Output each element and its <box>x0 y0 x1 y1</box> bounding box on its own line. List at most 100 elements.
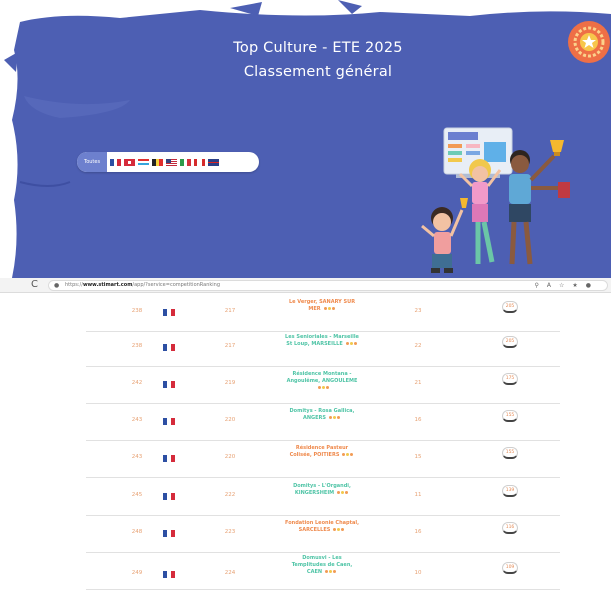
residence-name-text: SARCELLES <box>298 527 331 533</box>
residence-name-line: Domusvi - Les <box>302 555 342 561</box>
rank-value: 245 <box>131 492 143 498</box>
residence-name[interactable]: Domitys - L'Organdi, KINGERSHEIM <box>282 483 362 497</box>
celebrating-kids-illustration <box>421 127 570 273</box>
residence-name-line: CAEN <box>282 569 362 576</box>
participants-value: 16 <box>414 417 422 423</box>
flag-france-icon <box>163 493 175 500</box>
row-divider <box>86 477 560 478</box>
residence-name[interactable]: Les Senioriales - Marseille St Loup, MARS… <box>282 334 362 348</box>
flag-france-icon[interactable] <box>110 158 122 166</box>
residence-name-text: CAEN <box>306 569 323 575</box>
favorites-icon[interactable]: ★ <box>572 282 585 289</box>
read-aloud-icon[interactable]: A <box>547 282 559 289</box>
residence-name[interactable]: Le Verger, SANARY SUR MER <box>282 299 362 313</box>
residence-name-line: Résidence Pasteur <box>295 445 349 451</box>
flag-france-icon <box>163 571 175 578</box>
score-badge: 155 <box>502 410 518 422</box>
rank-value: 238 <box>131 308 143 314</box>
residence-name[interactable]: Résidence Montana - Angoulême, ANGOULEME <box>282 371 362 392</box>
laurel-star-medal-icon <box>568 21 610 63</box>
residence-name-line: Domitys - L'Organdi, <box>293 483 351 489</box>
residence-name-text: Colisée, POITIERS <box>289 452 340 458</box>
table-row[interactable]: 243 220 Résidence Pasteur Colisée, POITIERS… <box>86 441 560 478</box>
residence-name-line: St Loup, MARSEILLE <box>282 341 362 348</box>
flag-canada-icon[interactable] <box>194 158 206 166</box>
residence-name-line: ANGERS <box>282 415 362 422</box>
residence-name[interactable]: Domitys - Rosa Gallica, ANGERS <box>282 408 362 422</box>
residence-name[interactable]: Fondation Leonie Chaptal, SARCELLES <box>282 520 362 534</box>
rank-value: 238 <box>131 343 143 349</box>
reload-button[interactable]: C <box>31 279 38 291</box>
flag-switzerland-icon[interactable] <box>124 158 136 166</box>
country-filter-bar: Toutes <box>77 152 259 172</box>
residence-name[interactable]: Domusvi - Les Templitudes de Caen, CAEN <box>282 555 362 576</box>
team-dots-icon <box>329 416 341 419</box>
flag-italy-icon[interactable] <box>180 158 192 166</box>
score-badge: 139 <box>502 485 518 497</box>
flag-france-icon <box>163 344 175 351</box>
team-dots-icon <box>317 386 330 389</box>
flag-france-icon <box>163 418 175 425</box>
score-badge: 155 <box>502 447 518 459</box>
residence-name-text: St Loup, MARSEILLE <box>286 341 343 347</box>
zoom-icon[interactable]: ⚲ <box>534 282 546 289</box>
url-prefix: https:// <box>65 282 83 288</box>
flag-usa-icon[interactable] <box>166 158 178 166</box>
residence-name-line: Templitudes de Caen, <box>282 562 362 569</box>
table-row[interactable]: 249 224 Domusvi - Les Templitudes de Caen, C… <box>86 553 560 590</box>
rank-value: 242 <box>131 380 143 386</box>
points-value: 219 <box>224 380 236 386</box>
rank-value: 249 <box>131 570 143 576</box>
team-dots-icon <box>333 528 345 531</box>
filter-all-button[interactable]: Toutes <box>77 152 108 172</box>
points-value: 217 <box>224 308 236 314</box>
team-dots-icon <box>325 570 337 573</box>
flag-uk-icon[interactable] <box>208 158 220 166</box>
hero-banner: Top Culture - ETE 2025 Classement généra… <box>0 0 611 278</box>
row-divider <box>86 589 560 590</box>
participants-value: 22 <box>414 343 422 349</box>
residence-name-text: KINGERSHEIM <box>294 490 335 496</box>
table-row[interactable]: 245 222 Domitys - L'Organdi, KINGERSHEIM 11 1… <box>86 479 560 516</box>
table-row[interactable]: 242 219 Résidence Montana - Angoulême, ANGO… <box>86 367 560 404</box>
flag-luxembourg-icon[interactable] <box>138 158 150 166</box>
toolbar-icons: ⚲A☆★● <box>534 281 599 290</box>
flag-belgium-icon[interactable] <box>152 158 164 166</box>
score-badge: 205 <box>502 336 518 348</box>
table-row[interactable]: 243 220 Domitys - Rosa Gallica, ANGERS 16 155 <box>86 404 560 441</box>
rank-value: 243 <box>131 417 143 423</box>
residence-name-line: Les Senioriales - Marseille <box>285 334 359 340</box>
residence-name-line: Résidence Montana - <box>292 371 352 377</box>
points-value: 224 <box>224 570 236 576</box>
team-dots-icon <box>345 342 358 345</box>
flag-france-icon <box>163 530 175 537</box>
competition-title: Top Culture - ETE 2025 <box>233 40 403 56</box>
points-value: 222 <box>224 492 236 498</box>
participants-value: 11 <box>414 492 422 498</box>
table-row[interactable]: 238 217 Le Verger, SANARY SUR MER 23 205 <box>86 295 560 332</box>
residence-name-line: Angoulême, ANGOULEME <box>282 378 362 392</box>
participants-value: 23 <box>414 308 422 314</box>
address-bar[interactable]: ● https://www.stimart.com/app/?service=c… <box>48 280 608 291</box>
residence-name[interactable]: Résidence Pasteur Colisée, POITIERS <box>282 445 362 459</box>
url-path: /app/?service=competitionRanking <box>132 282 221 288</box>
favorite-star-icon[interactable]: ☆ <box>559 282 572 289</box>
residence-name-line: Colisée, POITIERS <box>282 452 362 459</box>
table-row[interactable]: 248 223 Fondation Leonie Chaptal, SARCELLES… <box>86 516 560 553</box>
score-badge: 205 <box>502 301 518 313</box>
residence-name-line: KINGERSHEIM <box>282 490 362 497</box>
residence-name-text: MER <box>308 306 321 312</box>
participants-value: 10 <box>414 570 422 576</box>
points-value: 220 <box>224 454 236 460</box>
profile-icon[interactable]: ● <box>586 282 599 289</box>
flag-france-icon <box>163 381 175 388</box>
participants-value: 16 <box>414 529 422 535</box>
flag-france-icon <box>163 455 175 462</box>
points-value: 223 <box>224 529 236 535</box>
residence-name-line: Le Verger, SANARY SUR <box>288 299 356 305</box>
table-row[interactable]: 238 217 Les Senioriales - Marseille St Loup… <box>86 330 560 367</box>
participants-value: 15 <box>414 454 422 460</box>
team-dots-icon <box>342 453 354 456</box>
points-value: 220 <box>224 417 236 423</box>
ranking-subtitle: Classement général <box>243 64 393 80</box>
